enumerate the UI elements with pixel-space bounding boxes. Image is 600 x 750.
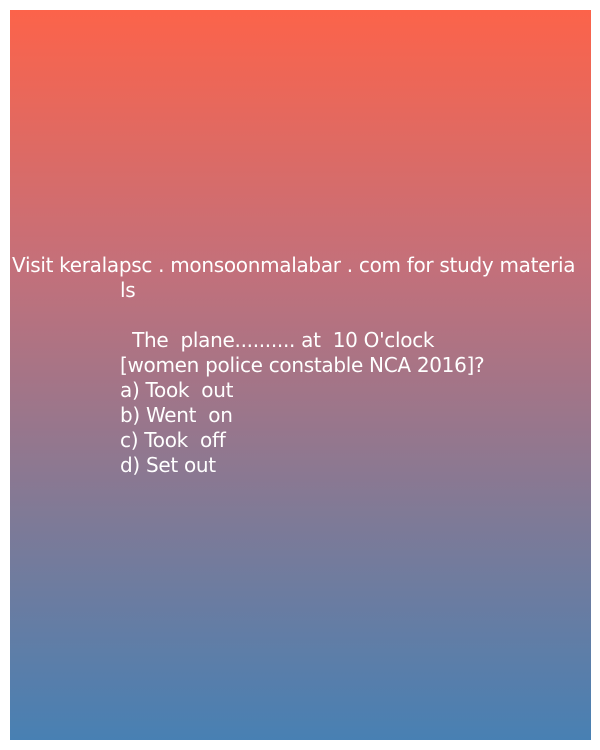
option-c: c) Took off	[120, 428, 226, 452]
option-d: d) Set out	[120, 453, 216, 477]
promo-text-line-1: Visit keralapsc . monsoonmalabar . com f…	[12, 253, 576, 277]
option-a: a) Took out	[120, 378, 234, 402]
question-source: [women police constable NCA 2016]?	[120, 353, 485, 377]
question-card: Visit keralapsc . monsoonmalabar . com f…	[10, 10, 591, 740]
promo-text-line-2: ls	[120, 278, 136, 302]
option-b: b) Went on	[120, 403, 233, 427]
question-text: The plane.......... at 10 O'clock	[120, 328, 435, 352]
